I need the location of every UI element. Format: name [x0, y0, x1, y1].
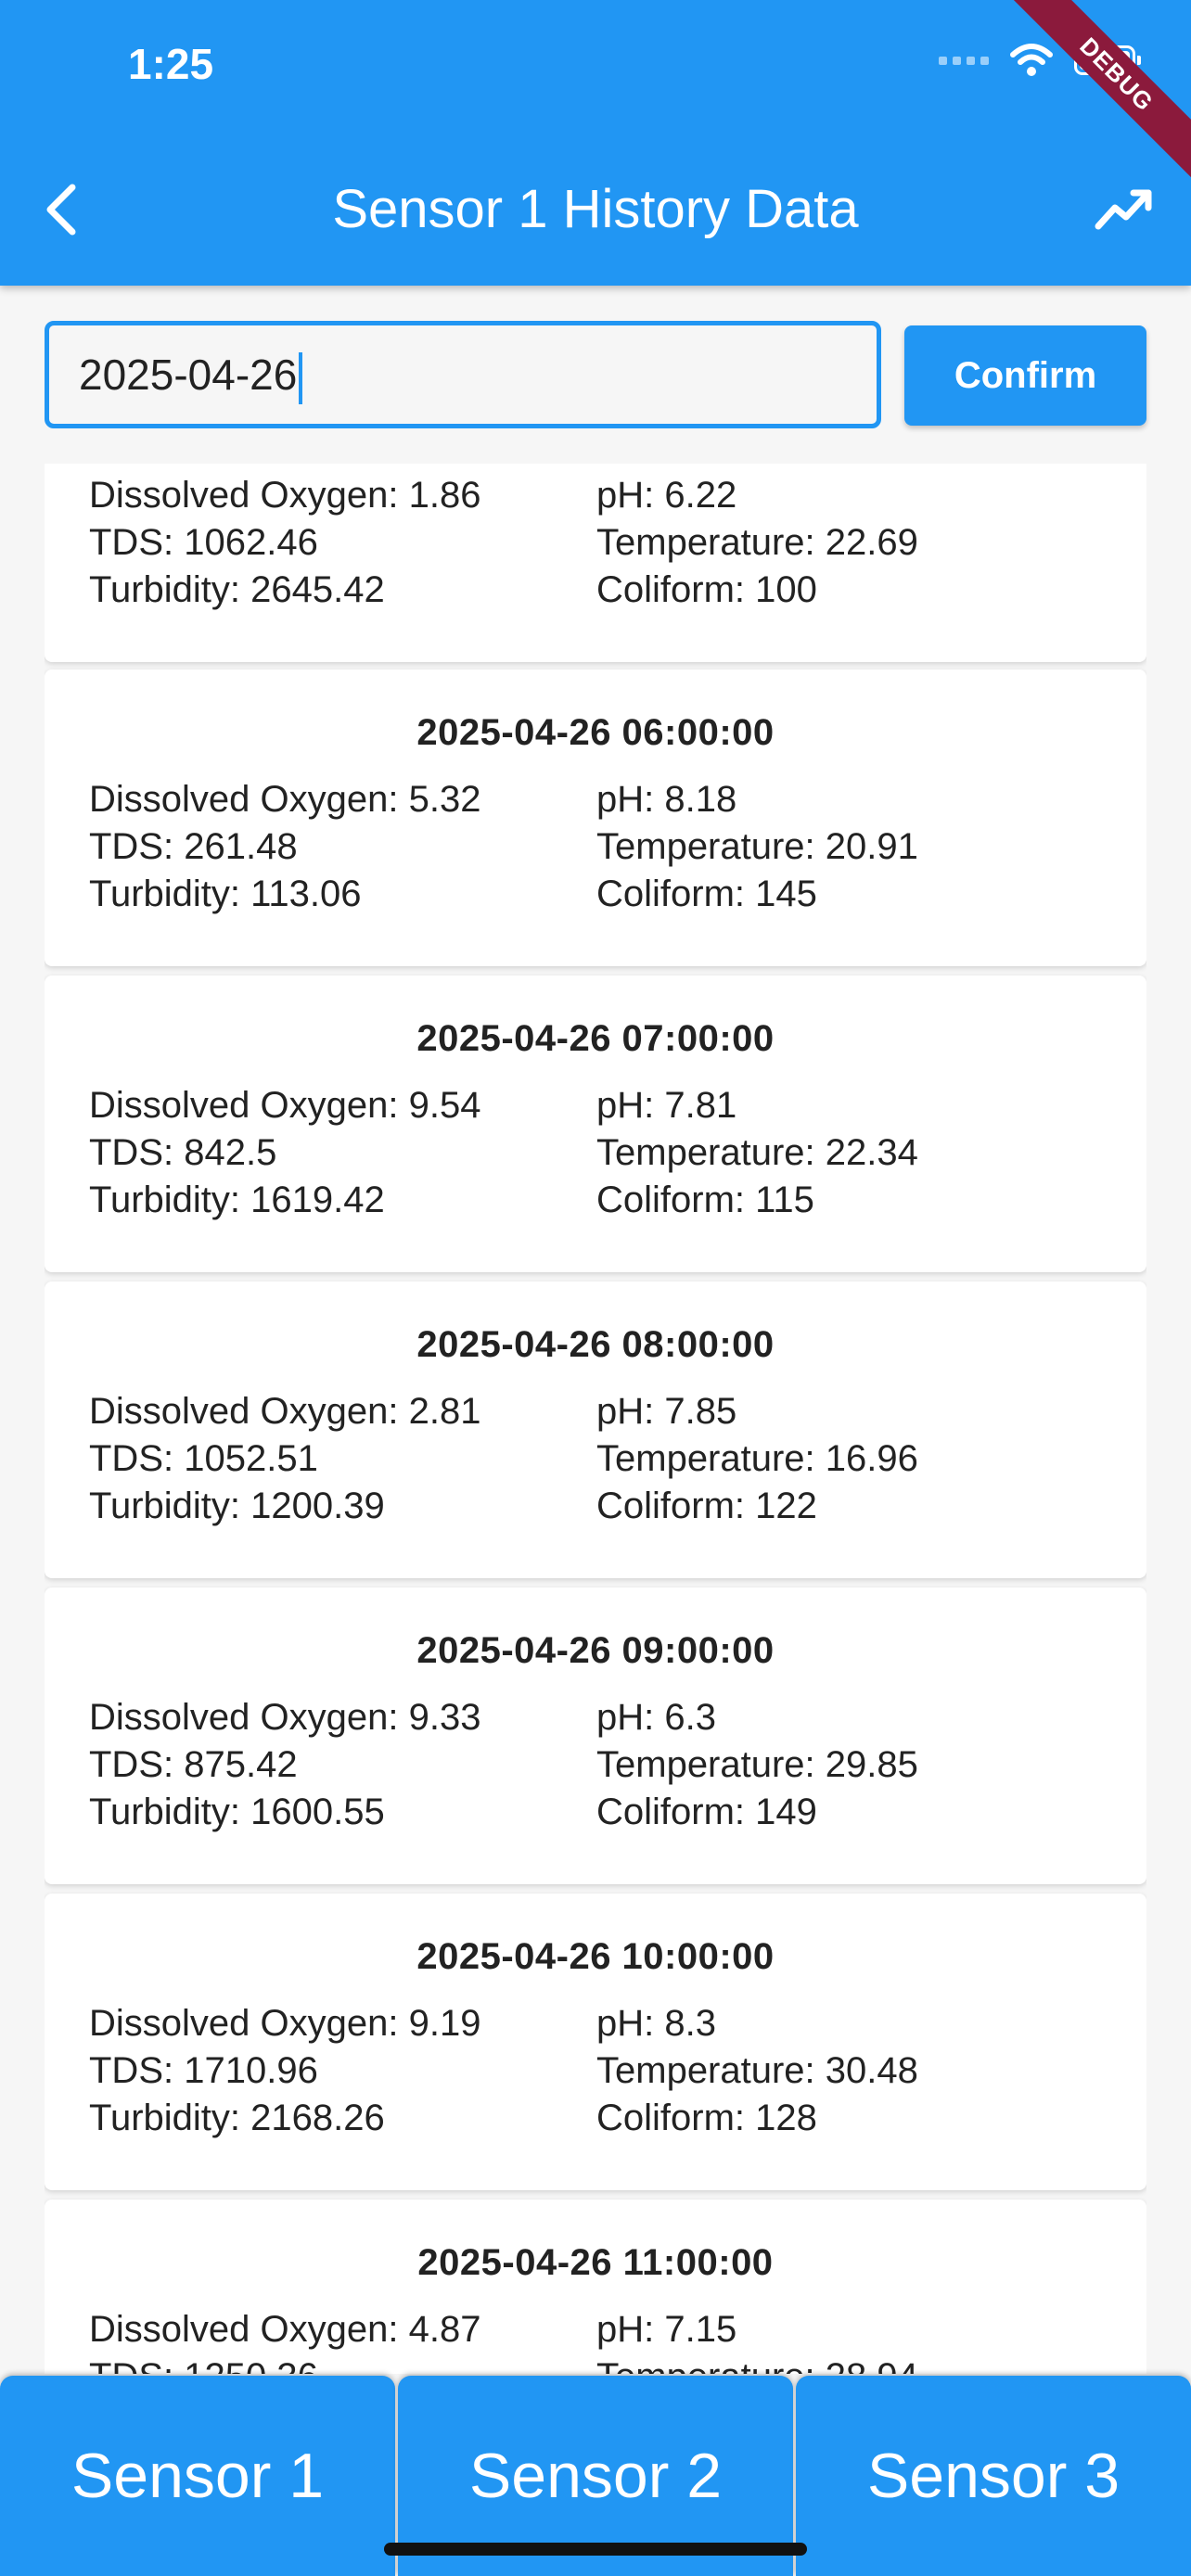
turbidity-value: Turbidity: 1200.39	[89, 1486, 385, 1526]
trending-up-icon[interactable]	[1095, 184, 1154, 234]
coliform-value: Coliform: 122	[596, 1486, 817, 1526]
tds-value: TDS: 1062.46	[89, 522, 318, 563]
record-card: 2025-04-26 06:00:00 Dissolved Oxygen: 5.…	[45, 670, 1146, 966]
coliform-value: Coliform: 149	[596, 1792, 817, 1832]
page-title: Sensor 1 History Data	[332, 179, 859, 239]
dissolved-oxygen-value: Dissolved Oxygen: 9.33	[89, 1697, 481, 1738]
temperature-value: Temperature: 28.94	[596, 2356, 918, 2374]
dissolved-oxygen-value: Dissolved Oxygen: 1.86	[89, 475, 481, 516]
tds-value: TDS: 1710.96	[89, 2050, 318, 2091]
record-card: 2025-04-26 09:00:00 Dissolved Oxygen: 9.…	[45, 1588, 1146, 1884]
record-timestamp: 2025-04-26 09:00:00	[416, 1630, 775, 1671]
ph-value: pH: 8.18	[596, 779, 737, 820]
dissolved-oxygen-value: Dissolved Oxygen: 9.19	[89, 2003, 481, 2044]
ph-value: pH: 8.3	[596, 2003, 716, 2044]
temperature-value: Temperature: 22.34	[596, 1132, 918, 1173]
wifi-icon	[1010, 44, 1053, 76]
ph-value: pH: 7.81	[596, 1085, 737, 1126]
turbidity-value: Turbidity: 2645.42	[89, 569, 385, 610]
tab-sensor-1[interactable]: Sensor 1	[0, 2376, 395, 2576]
coliform-value: Coliform: 145	[596, 874, 817, 914]
status-time: 1:25	[128, 40, 214, 88]
tds-value: TDS: 842.5	[89, 1132, 277, 1173]
temperature-value: Temperature: 22.69	[596, 522, 918, 563]
turbidity-value: Turbidity: 1619.42	[89, 1180, 385, 1220]
dissolved-oxygen-value: Dissolved Oxygen: 2.81	[89, 1391, 481, 1432]
turbidity-value: Turbidity: 2168.26	[89, 2098, 385, 2138]
dissolved-oxygen-value: Dissolved Oxygen: 5.32	[89, 779, 481, 820]
coliform-value: Coliform: 115	[596, 1180, 814, 1220]
cellular-signal-icon	[939, 56, 989, 65]
ph-value: pH: 7.15	[596, 2309, 737, 2350]
ph-value: pH: 7.85	[596, 1391, 737, 1432]
text-cursor	[299, 351, 303, 404]
record-timestamp: 2025-04-26 08:00:00	[416, 1324, 775, 1365]
temperature-value: Temperature: 16.96	[596, 1438, 918, 1479]
record-timestamp: 2025-04-26 06:00:00	[416, 712, 775, 753]
record-card: 2025-04-26 08:00:00 Dissolved Oxygen: 2.…	[45, 1282, 1146, 1578]
tds-value: TDS: 1250.36	[89, 2356, 318, 2374]
ph-value: pH: 6.22	[596, 475, 737, 516]
record-timestamp: 2025-04-26 10:00:00	[416, 1936, 775, 1977]
record-card: 2025-04-26 07:00:00 Dissolved Oxygen: 9.…	[45, 976, 1146, 1272]
coliform-value: Coliform: 100	[596, 569, 817, 610]
turbidity-value: Turbidity: 1600.55	[89, 1792, 385, 1832]
turbidity-value: Turbidity: 113.06	[89, 874, 362, 914]
app-bar: 1:25 DEBUG Sensor 1 History Data	[0, 0, 1191, 286]
ph-value: pH: 6.3	[596, 1697, 716, 1738]
record-timestamp: 2025-04-26 11:00:00	[417, 2242, 774, 2283]
temperature-value: Temperature: 30.48	[596, 2050, 918, 2091]
debug-banner: DEBUG	[1004, 0, 1191, 187]
tds-value: TDS: 1052.51	[89, 1438, 318, 1479]
temperature-value: Temperature: 29.85	[596, 1744, 918, 1785]
date-input-value: 2025-04-26	[79, 351, 298, 399]
home-indicator[interactable]	[384, 2543, 807, 2556]
date-input[interactable]: 2025-04-26	[45, 321, 881, 428]
tds-value: TDS: 875.42	[89, 1744, 298, 1785]
record-card: Dissolved Oxygen: 1.86 TDS: 1062.46 Turb…	[45, 464, 1146, 662]
record-card: 2025-04-26 11:00:00 Dissolved Oxygen: 4.…	[45, 2200, 1146, 2374]
tds-value: TDS: 261.48	[89, 826, 298, 867]
temperature-value: Temperature: 20.91	[596, 826, 918, 867]
record-timestamp: 2025-04-26 07:00:00	[416, 1018, 775, 1059]
coliform-value: Coliform: 128	[596, 2098, 817, 2138]
record-card: 2025-04-26 10:00:00 Dissolved Oxygen: 9.…	[45, 1894, 1146, 2190]
confirm-button[interactable]: Confirm	[904, 325, 1146, 426]
tab-sensor-3[interactable]: Sensor 3	[796, 2376, 1191, 2576]
history-list[interactable]: Dissolved Oxygen: 1.86 TDS: 1062.46 Turb…	[45, 464, 1146, 2374]
dissolved-oxygen-value: Dissolved Oxygen: 9.54	[89, 1085, 481, 1126]
dissolved-oxygen-value: Dissolved Oxygen: 4.87	[89, 2309, 481, 2350]
